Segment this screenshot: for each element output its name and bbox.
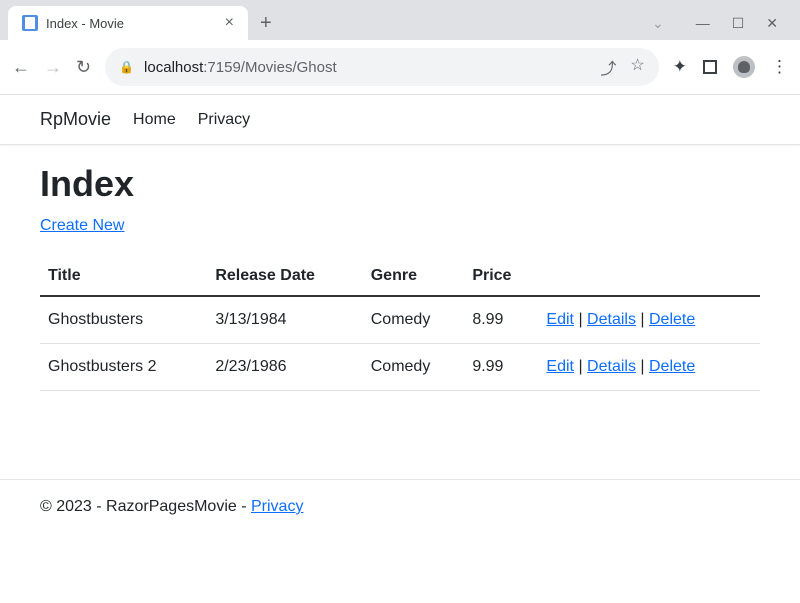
panel-icon[interactable] <box>703 60 717 74</box>
minimize-button[interactable]: — <box>696 15 710 32</box>
toolbar-icons: ✦ ⋮ <box>673 56 788 78</box>
site-navbar: RpMovie Home Privacy <box>0 95 800 145</box>
tab-bar: Index - Movie × + ⌄ — ☐ ✕ <box>0 6 800 40</box>
nav-privacy[interactable]: Privacy <box>198 111 250 129</box>
edit-link[interactable]: Edit <box>546 311 574 328</box>
browser-chrome: Index - Movie × + ⌄ — ☐ ✕ ← → ↻ 🔒 localh… <box>0 0 800 95</box>
back-button[interactable]: ← <box>12 57 30 78</box>
addr-actions: ⤴ ☆ <box>600 55 644 79</box>
window-controls: ⌄ — ☐ ✕ <box>652 15 792 32</box>
details-link[interactable]: Details <box>587 311 636 328</box>
lock-icon: 🔒 <box>119 60 134 74</box>
browser-tab[interactable]: Index - Movie × <box>8 6 248 40</box>
close-window-button[interactable]: ✕ <box>766 15 778 32</box>
forward-button[interactable]: → <box>44 57 62 78</box>
create-new-link[interactable]: Create New <box>40 217 124 234</box>
col-release-date: Release Date <box>207 257 362 296</box>
profile-avatar[interactable] <box>733 56 755 78</box>
footer-privacy-link[interactable]: Privacy <box>251 498 303 515</box>
tab-title: Index - Movie <box>46 16 124 31</box>
col-title: Title <box>40 257 207 296</box>
details-link[interactable]: Details <box>587 358 636 375</box>
cell-genre: Comedy <box>363 296 465 344</box>
delete-link[interactable]: Delete <box>649 358 695 375</box>
nav-home[interactable]: Home <box>133 111 176 129</box>
cell-release-date: 3/13/1984 <box>207 296 362 344</box>
favicon-icon <box>22 15 38 31</box>
brand[interactable]: RpMovie <box>40 109 111 130</box>
main-content: Index Create New Title Release Date Genr… <box>0 145 800 409</box>
col-price: Price <box>464 257 538 296</box>
col-genre: Genre <box>363 257 465 296</box>
extensions-icon[interactable]: ✦ <box>673 57 687 77</box>
cell-actions: Edit | Details | Delete <box>538 344 760 391</box>
chevron-down-icon[interactable]: ⌄ <box>652 15 664 32</box>
footer-text: © 2023 - RazorPagesMovie - <box>40 498 251 515</box>
cell-price: 8.99 <box>464 296 538 344</box>
cell-release-date: 2/23/1986 <box>207 344 362 391</box>
url-port: :7159 <box>203 59 241 76</box>
edit-link[interactable]: Edit <box>546 358 574 375</box>
browser-toolbar: ← → ↻ 🔒 localhost:7159/Movies/Ghost ⤴ ☆ … <box>0 40 800 95</box>
table-row: Ghostbusters 22/23/1986Comedy9.99Edit | … <box>40 344 760 391</box>
cell-title: Ghostbusters <box>40 296 207 344</box>
url-host: localhost <box>144 59 203 76</box>
bookmark-icon[interactable]: ☆ <box>630 55 644 79</box>
delete-link[interactable]: Delete <box>649 311 695 328</box>
menu-icon[interactable]: ⋮ <box>771 57 788 77</box>
maximize-button[interactable]: ☐ <box>732 15 745 32</box>
cell-price: 9.99 <box>464 344 538 391</box>
close-tab-icon[interactable]: × <box>225 14 234 32</box>
url: localhost:7159/Movies/Ghost <box>144 59 337 76</box>
cell-genre: Comedy <box>363 344 465 391</box>
new-tab-button[interactable]: + <box>248 12 284 35</box>
footer: © 2023 - RazorPagesMovie - Privacy <box>0 479 800 534</box>
cell-title: Ghostbusters 2 <box>40 344 207 391</box>
col-actions <box>538 257 760 296</box>
url-path: /Movies/Ghost <box>241 59 337 76</box>
page-title: Index <box>40 163 760 205</box>
table-row: Ghostbusters3/13/1984Comedy8.99Edit | De… <box>40 296 760 344</box>
cell-actions: Edit | Details | Delete <box>538 296 760 344</box>
address-bar[interactable]: 🔒 localhost:7159/Movies/Ghost ⤴ ☆ <box>105 48 659 86</box>
share-icon[interactable]: ⤴ <box>600 55 616 79</box>
reload-button[interactable]: ↻ <box>76 57 91 78</box>
movies-table: Title Release Date Genre Price Ghostbust… <box>40 257 760 391</box>
